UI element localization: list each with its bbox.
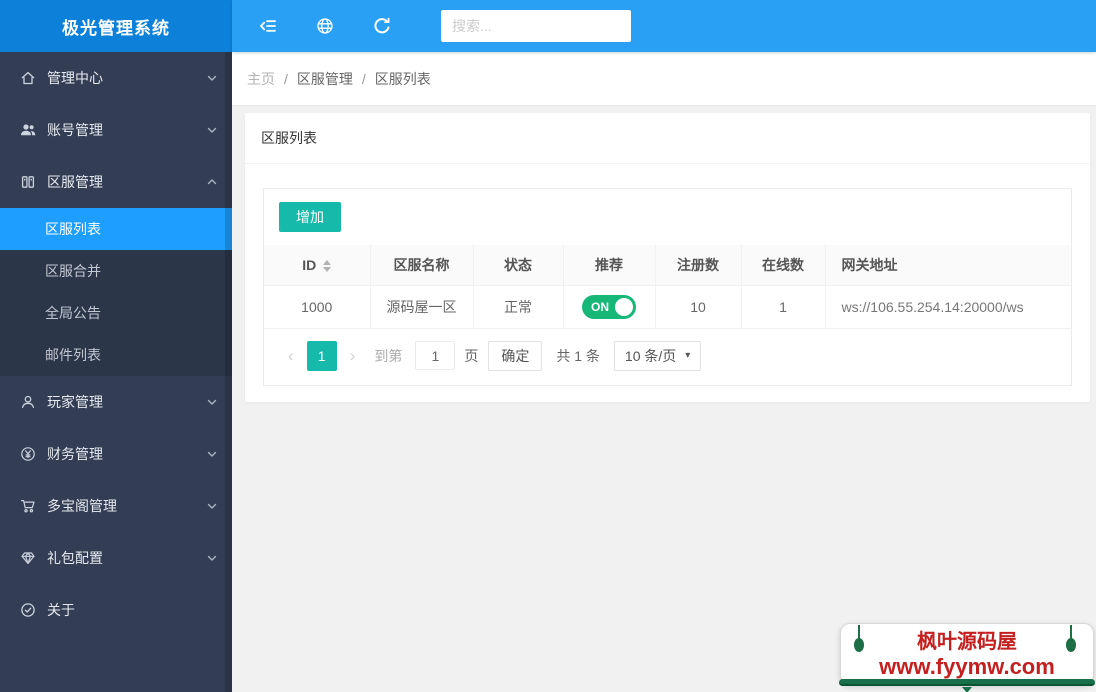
sidebar-item-finance[interactable]: 财务管理 — [0, 428, 232, 480]
column-header-online: 在线数 — [740, 245, 826, 286]
pin-icon — [1065, 625, 1077, 655]
watermark-bar — [839, 679, 1095, 686]
main-area: 主页 / 区服管理 / 区服列表 区服列表 增加 ID 区服名称 状态 推荐 注… — [232, 52, 1096, 692]
sidebar-item-server-management[interactable]: 区服管理 — [0, 156, 232, 208]
current-page-button[interactable]: 1 — [306, 340, 337, 371]
cart-icon — [20, 498, 36, 514]
cell-name: 源码屋一区 — [369, 284, 474, 329]
column-header-name: 区服名称 — [369, 245, 474, 286]
sidebar-subitem-mail-list[interactable]: 邮件列表 — [0, 334, 232, 376]
gem-icon — [20, 550, 36, 566]
pin-icon — [853, 625, 865, 655]
column-header-registered: 注册数 — [654, 245, 742, 286]
sidebar-subitem-server-list[interactable]: 区服列表 — [0, 208, 232, 250]
yen-circle-icon — [20, 446, 36, 462]
sidebar-subitem-server-merge[interactable]: 区服合并 — [0, 250, 232, 292]
app-logo: 极光管理系统 — [0, 0, 232, 52]
breadcrumb-current: 区服列表 — [374, 70, 431, 87]
sidebar-subitem-global-notice[interactable]: 全局公告 — [0, 292, 232, 334]
user-icon — [20, 394, 36, 410]
sidebar-item-management-center[interactable]: 管理中心 — [0, 52, 232, 104]
watermark-badge: 枫叶源码屋 www.fyymw.com — [839, 623, 1095, 692]
breadcrumb-server-management[interactable]: 区服管理 — [297, 69, 353, 89]
cell-id: 1000 — [264, 284, 371, 329]
table-row: 1000 源码屋一区 正常 ON 10 1 ws://106.55.254.14… — [264, 284, 1071, 329]
watermark-url: www.fyymw.com — [879, 654, 1055, 679]
toggle-knob — [615, 297, 633, 316]
collapse-menu-icon[interactable] — [258, 16, 278, 36]
chevron-down-icon — [206, 396, 218, 408]
app-root: 极光管理系统 搜索... 管理中心 账号管理 区服管理 区服列表 区服合并 全局… — [0, 0, 1096, 692]
page-size-select[interactable]: 10 条/页 ▾ — [613, 340, 702, 371]
page-unit-label: 页 — [464, 347, 479, 364]
breadcrumb: 主页 / 区服管理 / 区服列表 — [232, 52, 1096, 105]
chevron-down-icon — [206, 552, 218, 564]
sidebar-item-account[interactable]: 账号管理 — [0, 104, 232, 156]
pagination: ‹ 1 › 到第 页 确定 共 1 条 10 条/页 ▾ — [264, 329, 1071, 385]
cell-gateway: ws://106.55.254.14:20000/ws — [824, 284, 1071, 329]
search-input[interactable] — [441, 10, 631, 42]
watermark-title: 枫叶源码屋 — [917, 631, 1017, 653]
chevron-down-icon: ▾ — [685, 350, 691, 361]
page-number-input[interactable] — [415, 341, 456, 370]
sidebar-item-gift-config[interactable]: 礼包配置 — [0, 532, 232, 584]
add-button[interactable]: 增加 — [279, 202, 341, 232]
column-header-gateway: 网关地址 — [824, 245, 1071, 286]
chevron-down-icon — [206, 72, 218, 84]
cell-online: 1 — [740, 284, 826, 329]
server-icon — [20, 174, 36, 190]
server-table: ID 区服名称 状态 推荐 注册数 在线数 网关地址 1000 源码屋一区 正常… — [264, 245, 1071, 329]
confirm-page-button[interactable]: 确定 — [488, 340, 543, 371]
column-header-status: 状态 — [472, 245, 564, 286]
sidebar: 管理中心 账号管理 区服管理 区服列表 区服合并 全局公告 邮件列表 玩家管理 … — [0, 52, 232, 692]
recommend-toggle[interactable]: ON — [582, 294, 636, 319]
users-icon — [20, 122, 36, 138]
cell-recommend: ON — [562, 284, 656, 329]
prev-page-button[interactable]: ‹ — [279, 347, 303, 364]
total-count-label: 共 1 条 — [556, 347, 600, 364]
chevron-down-icon — [206, 448, 218, 460]
globe-icon[interactable] — [315, 16, 335, 36]
refresh-icon[interactable] — [372, 16, 392, 36]
table-header-row: ID 区服名称 状态 推荐 注册数 在线数 网关地址 — [264, 245, 1071, 286]
sidebar-item-player[interactable]: 玩家管理 — [0, 376, 232, 428]
content-area: 区服列表 增加 ID 区服名称 状态 推荐 注册数 在线数 网关地址 1000 … — [232, 105, 1096, 692]
cell-registered: 10 — [654, 284, 742, 329]
top-bar — [232, 0, 1096, 52]
sort-icon[interactable] — [323, 260, 332, 273]
cell-status: 正常 — [472, 284, 564, 329]
submenu-server-management: 区服列表 区服合并 全局公告 邮件列表 — [0, 208, 232, 376]
check-circle-icon — [20, 602, 36, 618]
home-icon — [20, 70, 36, 86]
breadcrumb-home[interactable]: 主页 — [247, 69, 275, 89]
table-container: 增加 ID 区服名称 状态 推荐 注册数 在线数 网关地址 1000 源码屋一区… — [263, 188, 1072, 386]
sidebar-item-about[interactable]: 关于 — [0, 584, 232, 636]
chevron-down-icon — [206, 124, 218, 136]
column-header-recommend: 推荐 — [562, 245, 656, 286]
server-list-card: 区服列表 增加 ID 区服名称 状态 推荐 注册数 在线数 网关地址 1000 … — [245, 113, 1090, 402]
chevron-up-icon — [206, 176, 218, 188]
card-title: 区服列表 — [245, 113, 1090, 164]
watermark-tip — [962, 687, 972, 692]
sidebar-item-treasure[interactable]: 多宝阁管理 — [0, 480, 232, 532]
table-toolbar: 增加 — [264, 189, 1071, 245]
chevron-down-icon — [206, 500, 218, 512]
goto-label: 到第 — [374, 347, 403, 364]
column-header-id[interactable]: ID — [264, 245, 371, 286]
next-page-button[interactable]: › — [341, 347, 365, 364]
